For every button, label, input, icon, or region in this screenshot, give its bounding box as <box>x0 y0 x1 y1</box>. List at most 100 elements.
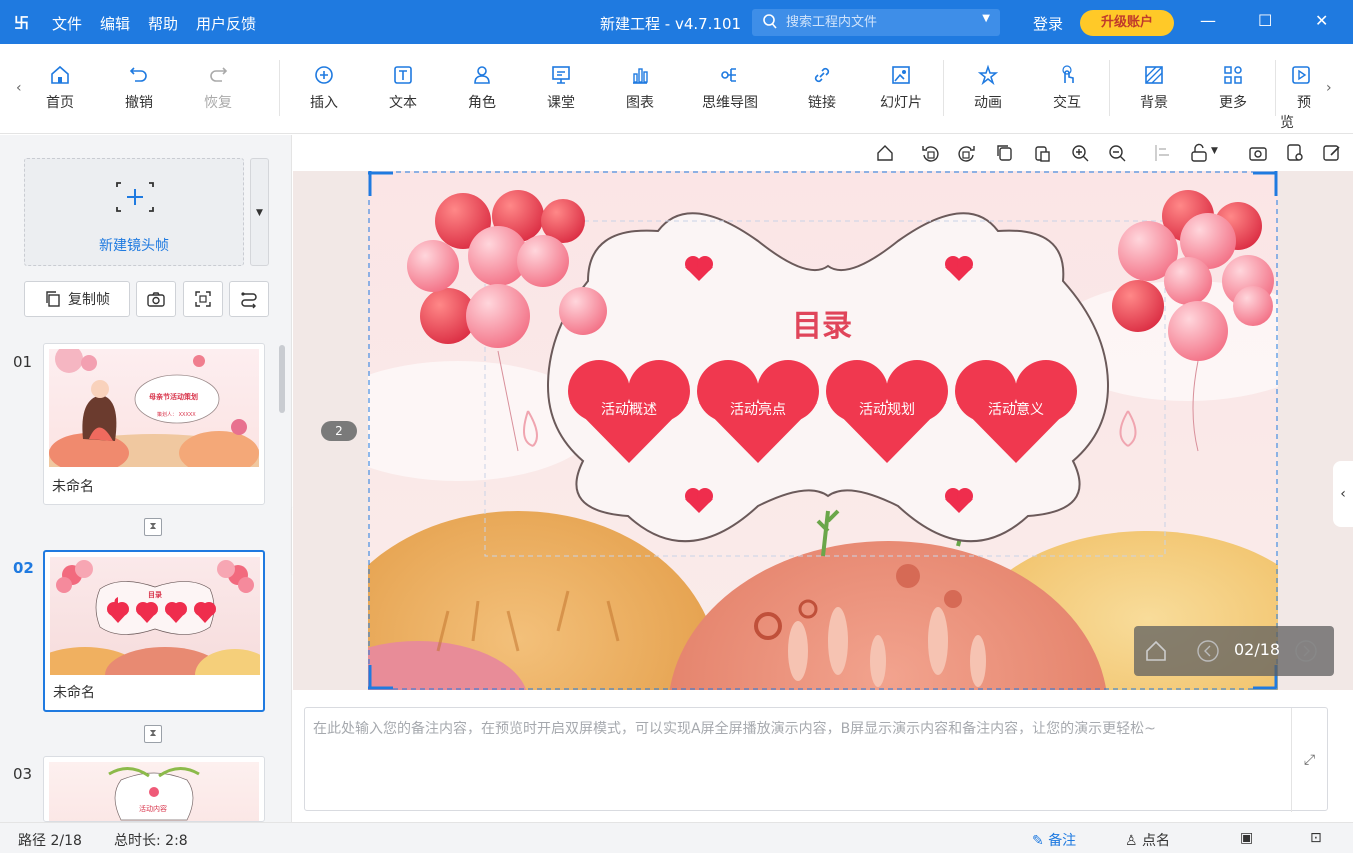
roll-call-label: 点名 <box>1142 833 1171 849</box>
notes-input[interactable] <box>313 716 1288 802</box>
rotate-left-icon[interactable] <box>920 143 940 163</box>
menu-file[interactable]: 文件 <box>52 13 82 34</box>
minimize-icon[interactable]: — <box>1200 11 1216 30</box>
next-icon[interactable] <box>1294 639 1318 663</box>
paste-icon[interactable] <box>1032 143 1052 163</box>
slides-icon <box>892 66 910 84</box>
search-input[interactable] <box>786 12 966 33</box>
slide-name: 未命名 <box>53 685 95 701</box>
toolbar-classroom[interactable]: 课堂 <box>529 64 593 112</box>
slide-thumbnail-1[interactable]: 母亲节活动策划 策划人： XXXXX 未命名 <box>43 343 265 505</box>
toolbar-label: 图表 <box>626 95 654 111</box>
align-left-icon[interactable] <box>1153 143 1173 163</box>
current-slide[interactable]: 目录 活动概述 活动亮点 活动规划 活动意义 <box>309 171 1328 690</box>
redo-icon <box>210 67 228 82</box>
zoom-in-icon[interactable] <box>1070 143 1090 163</box>
toolbar-insert[interactable]: 插入 <box>292 64 356 112</box>
more-icon <box>1224 66 1242 84</box>
toolbar-slides[interactable]: 幻灯片 <box>869 64 933 112</box>
adjacent-slide-right <box>1278 171 1353 690</box>
text-icon <box>394 66 412 84</box>
settings-page-icon[interactable] <box>1285 143 1305 163</box>
login-button[interactable]: 登录 <box>1033 13 1063 34</box>
heart-label-highlights[interactable]: 活动亮点 <box>698 399 818 419</box>
camera-icon[interactable] <box>1248 143 1268 163</box>
chart-icon <box>633 68 648 84</box>
slide-preview-image: 目录 <box>50 557 260 675</box>
new-frame-button[interactable]: 新建镜头帧 <box>24 158 244 266</box>
previous-icon[interactable] <box>1196 639 1220 663</box>
scan-frame-button[interactable] <box>183 281 223 317</box>
expand-icon[interactable]: ⤢ <box>1291 708 1327 812</box>
undo-icon <box>129 67 147 82</box>
home-view-icon[interactable] <box>875 143 895 163</box>
slide-title[interactable]: 目录 <box>792 301 852 345</box>
copy-icon <box>46 291 60 307</box>
close-icon[interactable]: ✕ <box>1315 11 1328 30</box>
frame-list-scrollbar[interactable] <box>279 345 285 413</box>
toolbar-scroll-right-icon[interactable]: › <box>1326 80 1332 96</box>
toolbar-chart[interactable]: 图表 <box>608 64 672 112</box>
toolbar-more[interactable]: 更多 <box>1201 64 1265 112</box>
zoom-out-icon[interactable] <box>1107 143 1127 163</box>
transition-icon[interactable]: ⧗ <box>144 725 162 743</box>
new-frame-dropdown[interactable]: ▼ <box>250 158 269 266</box>
transition-icon[interactable]: ⧗ <box>144 518 162 536</box>
main-toolbar: ‹ 首页 撤销 恢复 插入 文本 角色 课堂 图表 思维导图 链接 幻灯片 动画… <box>0 44 1353 134</box>
slide-1-artwork <box>49 349 259 467</box>
heart-label-overview[interactable]: 活动概述 <box>569 399 689 419</box>
canvas-stage[interactable]: 目录 活动概述 活动亮点 活动规划 活动意义 2 ‹ 02/18 <box>293 171 1353 690</box>
thumb-title: 目录 <box>148 591 162 599</box>
unlock-icon[interactable] <box>1189 143 1209 163</box>
copy-icon[interactable] <box>995 143 1015 163</box>
toolbar-mindmap[interactable]: 思维导图 <box>690 64 770 112</box>
toolbar-background[interactable]: 背景 <box>1122 64 1186 112</box>
notes-toggle-label: 备注 <box>1048 833 1077 849</box>
heart-label-meaning[interactable]: 活动意义 <box>956 399 1076 419</box>
toolbar-home[interactable]: 首页 <box>28 64 92 112</box>
chevron-down-icon[interactable]: ▼ <box>1211 146 1218 156</box>
edit-icon[interactable] <box>1322 143 1342 163</box>
roll-call-button[interactable]: ♙ 点名 <box>1125 830 1170 850</box>
new-frame-label: 新建镜头帧 <box>99 238 169 254</box>
plus-circle-icon <box>315 66 333 84</box>
toolbar-link[interactable]: 链接 <box>790 64 854 112</box>
menu-edit[interactable]: 编辑 <box>100 13 130 34</box>
toolbar-scroll-left-icon[interactable]: ‹ <box>16 80 22 96</box>
slide-number: 03 <box>13 765 33 783</box>
toolbar-label: 交互 <box>1053 95 1081 111</box>
upgrade-button[interactable]: 升级账户 <box>1080 10 1174 36</box>
notes-toggle[interactable]: ✎ 备注 <box>1032 830 1076 850</box>
toolbar-animation[interactable]: 动画 <box>956 64 1020 112</box>
toolbar-label: 思维导图 <box>702 95 758 111</box>
collapse-right-panel-button[interactable]: ‹ <box>1333 461 1353 527</box>
slide-thumbnail-2[interactable]: 目录 未命名 <box>43 550 265 712</box>
heart-label-planning[interactable]: 活动规划 <box>827 399 947 419</box>
preview-icon <box>1292 66 1310 84</box>
maximize-icon[interactable]: ☐ <box>1258 11 1272 30</box>
toolbar-divider <box>1275 60 1276 116</box>
menu-feedback[interactable]: 用户反馈 <box>196 13 256 34</box>
toolbar-undo[interactable]: 撤销 <box>107 64 171 112</box>
toolbar-interaction[interactable]: 交互 <box>1035 64 1099 112</box>
toolbar-redo[interactable]: 恢复 <box>186 64 250 112</box>
search-box[interactable]: ▼ <box>752 9 1000 36</box>
screen-icon[interactable]: ▣ <box>1240 830 1253 846</box>
rotate-right-icon[interactable] <box>957 143 977 163</box>
chevron-down-icon[interactable]: ▼ <box>982 13 990 24</box>
route-button[interactable] <box>229 281 269 317</box>
toolbar-text[interactable]: 文本 <box>371 64 435 112</box>
menu-help[interactable]: 帮助 <box>148 13 178 34</box>
toolbar-label: 恢复 <box>204 95 232 111</box>
duration-status: 总时长: 2:8 <box>114 833 188 849</box>
home-icon[interactable] <box>1144 639 1168 663</box>
toolbar-preview[interactable]: 预览 <box>1280 64 1320 132</box>
route-icon <box>241 292 257 309</box>
copy-frame-button[interactable]: 复制帧 <box>24 281 130 317</box>
toolbar-divider <box>1109 60 1110 116</box>
toolbar-character[interactable]: 角色 <box>450 64 514 112</box>
slide-name: 未命名 <box>52 479 94 495</box>
slide-thumbnail-3[interactable]: 活动内容 <box>43 756 265 822</box>
lock-icon[interactable]: ⊡ <box>1310 830 1322 846</box>
snapshot-button[interactable] <box>136 281 176 317</box>
